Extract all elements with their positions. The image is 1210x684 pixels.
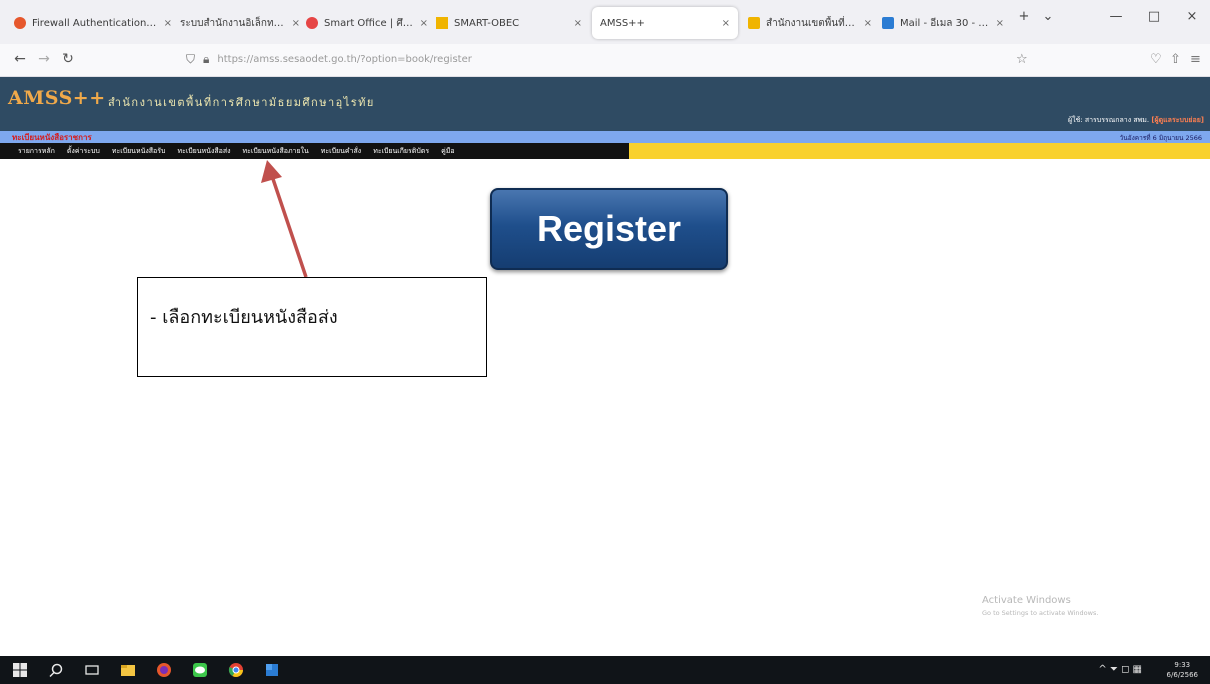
menu-item-sent-register[interactable]: ทะเบียนหนังสือส่ง <box>177 146 230 157</box>
menu-item-received-register[interactable]: ทะเบียนหนังสือรับ <box>112 146 166 157</box>
annotation-callout: - เลือกทะเบียนหนังสือส่ง <box>137 277 487 377</box>
user-role: [ผู้ดูแลระบบย่อย] <box>1151 116 1204 124</box>
main-menu-bar: รายการหลัก ตั้งค่าระบบ ทะเบียนหนังสือรับ… <box>0 143 1210 159</box>
menu-item-manual[interactable]: คู่มือ <box>441 146 455 157</box>
tab-list-button[interactable]: ⌄ <box>1034 9 1062 24</box>
tab-title: AMSS++ <box>600 17 645 29</box>
site-logo[interactable]: AMSS++ <box>8 87 106 109</box>
reload-button[interactable]: ↻ <box>58 51 78 67</box>
tab-close-icon[interactable]: × <box>996 18 1004 29</box>
tab-close-icon[interactable]: × <box>722 18 730 29</box>
site-org-name: สำนักงานเขตพื้นที่การศึกษามัธยมศึกษาอุไร… <box>108 96 375 109</box>
menu-item-orders-register[interactable]: ทะเบียนคำสั่ง <box>321 146 361 157</box>
site-header: AMSS++ สำนักงานเขตพื้นที่การศึกษามัธยมศึ… <box>0 77 1210 131</box>
menu-item-settings[interactable]: ตั้งค่าระบบ <box>67 146 100 157</box>
task-view-icon[interactable] <box>84 662 100 678</box>
office-icon <box>748 17 760 29</box>
watermark-title: Activate Windows <box>982 595 1071 606</box>
smart-office-icon <box>306 17 318 29</box>
tab-title: สำนักงานเขตพื้นที่การศึกษา... <box>766 17 858 29</box>
tab-close-icon[interactable]: × <box>292 18 300 29</box>
tab-title: Firewall Authentication Ke... <box>32 17 158 29</box>
tab-close-icon[interactable]: × <box>164 18 172 29</box>
minimize-button[interactable]: — <box>1102 9 1130 24</box>
menu-item-internal-register[interactable]: ทะเบียนหนังสือภายใน <box>243 146 309 157</box>
smart-obec-icon <box>436 17 448 29</box>
arrow-shaft <box>270 175 308 278</box>
watermark-subtitle: Go to Settings to activate Windows. <box>982 609 1099 617</box>
url-text[interactable]: https://amss.sesaodet.go.th/?option=book… <box>217 54 471 65</box>
register-button[interactable]: Register <box>490 188 728 270</box>
arrow-head <box>261 160 282 183</box>
tab-title: Mail - อีเมล 30 - Outlook <box>900 17 990 29</box>
bookmark-star-icon[interactable]: ☆ <box>1016 52 1028 67</box>
browser-tab[interactable]: Firewall Authentication Ke... × <box>14 10 172 36</box>
shield-icon: ⛉ <box>186 51 196 66</box>
url-bar[interactable]: ⛉ 🔒︎ https://amss.sesaodet.go.th/?option… <box>186 48 886 70</box>
browser-tab-strip: Firewall Authentication Ke... × ระบบสำนั… <box>0 0 1210 44</box>
browser-tab[interactable]: Mail - อีเมล 30 - Outlook × <box>882 10 1004 36</box>
taskbar-clock[interactable]: 9:33 6/6/2566 <box>1167 660 1198 680</box>
main-menu: รายการหลัก ตั้งค่าระบบ ทะเบียนหนังสือรับ… <box>0 143 629 159</box>
close-window-button[interactable]: × <box>1178 9 1206 24</box>
browser-tab[interactable]: สำนักงานเขตพื้นที่การศึกษา... × <box>748 10 872 36</box>
annotation-text: - เลือกทะเบียนหนังสือส่ง <box>150 307 338 328</box>
user-info: ผู้ใช้: สารบรรณกลาง สพม. [ผู้ดูแลระบบย่อ… <box>1068 115 1204 126</box>
activate-windows-watermark: Activate Windows Go to Settings to activ… <box>982 595 1098 617</box>
tab-close-icon[interactable]: × <box>864 18 872 29</box>
tab-title: SMART-OBEC <box>454 17 520 29</box>
firefox-icon[interactable] <box>156 662 172 678</box>
maximize-button[interactable]: □ <box>1140 9 1168 24</box>
outlook-icon <box>882 17 894 29</box>
tab-close-icon[interactable]: × <box>420 18 428 29</box>
extensions-icon[interactable]: ⇧ <box>1170 52 1181 67</box>
browser-tab[interactable]: SMART-OBEC × <box>436 10 582 36</box>
section-bar: ทะเบียนหนังสือราชการ วันอังคารที่ 6 มิถุ… <box>0 131 1210 143</box>
menu-item-main[interactable]: รายการหลัก <box>18 146 55 157</box>
windows-taskbar: ^ ⏷ ◻ ▦ 9:33 6/6/2566 <box>0 656 1210 684</box>
clock-date: 6/6/2566 <box>1166 671 1198 679</box>
clock-time: 9:33 <box>1174 661 1191 669</box>
system-tray[interactable]: ^ ⏷ ◻ ▦ <box>1098 664 1142 675</box>
browser-tab[interactable]: Smart Office | ศึกษาธิการ... × <box>306 10 428 36</box>
lock-icon: 🔒︎ <box>203 51 210 66</box>
user-label: ผู้ใช้: สารบรรณกลาง สพม. <box>1067 116 1150 124</box>
outlook-icon[interactable] <box>264 662 280 678</box>
menu-item-certificate-register[interactable]: ทะเบียนเกียรติบัตร <box>373 146 429 157</box>
chrome-icon[interactable] <box>228 662 244 678</box>
pocket-icon[interactable]: ♡ <box>1150 52 1162 67</box>
tab-title: ระบบสำนักงานอิเล็กทรอนิกส์ ... <box>180 17 286 29</box>
tab-close-icon[interactable]: × <box>574 18 582 29</box>
browser-tab-active[interactable]: AMSS++ × <box>592 7 738 39</box>
line-icon[interactable] <box>192 662 208 678</box>
search-icon[interactable] <box>48 662 64 678</box>
browser-tab[interactable]: ระบบสำนักงานอิเล็กทรอนิกส์ ... × <box>180 10 300 36</box>
tab-title: Smart Office | ศึกษาธิการ... <box>324 17 414 29</box>
forward-button[interactable]: → <box>34 51 54 67</box>
menu-icon[interactable]: ≡ <box>1190 52 1201 67</box>
back-button[interactable]: ← <box>10 51 30 67</box>
current-date: วันอังคารที่ 6 มิถุนายน 2566 <box>1119 134 1202 142</box>
firefox-icon <box>14 17 26 29</box>
file-explorer-icon[interactable] <box>120 662 136 678</box>
windows-start-icon[interactable] <box>12 662 28 678</box>
